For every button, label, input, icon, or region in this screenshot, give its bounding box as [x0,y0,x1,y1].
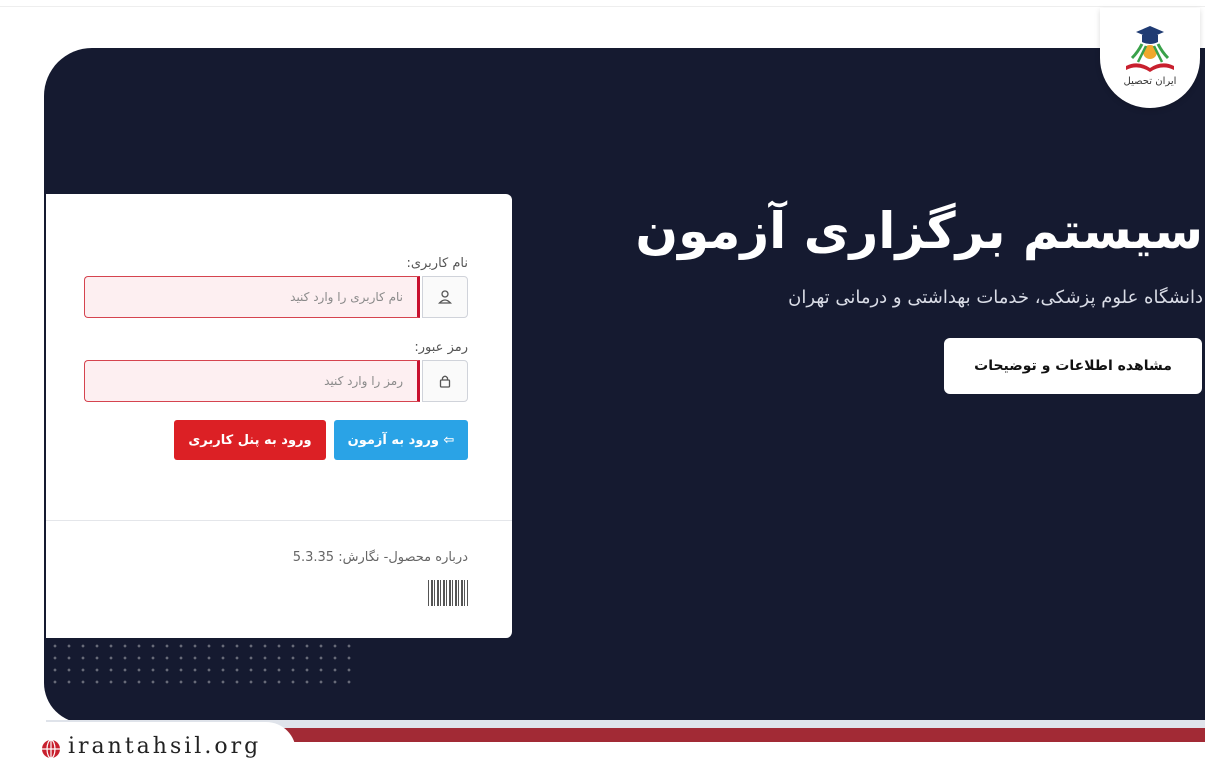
password-label: رمز عبور: [414,340,468,355]
username-input[interactable] [84,276,420,318]
password-input-group [84,360,468,402]
username-label: نام کاربری: [406,256,468,271]
login-arrow-icon: ⇦ [443,432,455,448]
site-logo[interactable]: ایران تحصیل [1100,8,1200,108]
dot-pattern [48,640,358,688]
watermark-text: irantahsil.org [68,734,262,759]
view-info-button[interactable]: مشاهده اطلاعات و توضیحات [944,338,1202,394]
password-input[interactable] [84,360,420,402]
enter-exam-label: ورود به آزمون [347,432,439,448]
username-input-group [84,276,468,318]
graduation-book-logo-icon [1126,26,1174,72]
password-addon [422,360,468,402]
about-product-link[interactable]: درباره محصول- نگارش: 5.3.35 [293,550,468,565]
page-subtitle: دانشگاه علوم پزشکی، خدمات بهداشتی و درما… [788,287,1203,308]
accent-strip [280,728,1205,742]
login-card: نام کاربری: رمز عبور: ⇦ ورود به آزمون ور… [46,194,512,638]
top-divider [0,6,1205,7]
globe-icon [42,739,60,759]
user-icon [438,290,452,304]
logo-text: ایران تحصیل [1123,76,1177,87]
watermark: irantahsil.org [28,722,296,776]
user-panel-button[interactable]: ورود به پنل کاربری [174,420,326,460]
card-divider [46,520,512,521]
lock-icon [439,375,451,388]
enter-exam-button[interactable]: ⇦ ورود به آزمون [334,420,468,460]
barcode-image [428,580,468,606]
page-title: سیستم برگزاری آزمون [635,202,1203,260]
username-addon [422,276,468,318]
